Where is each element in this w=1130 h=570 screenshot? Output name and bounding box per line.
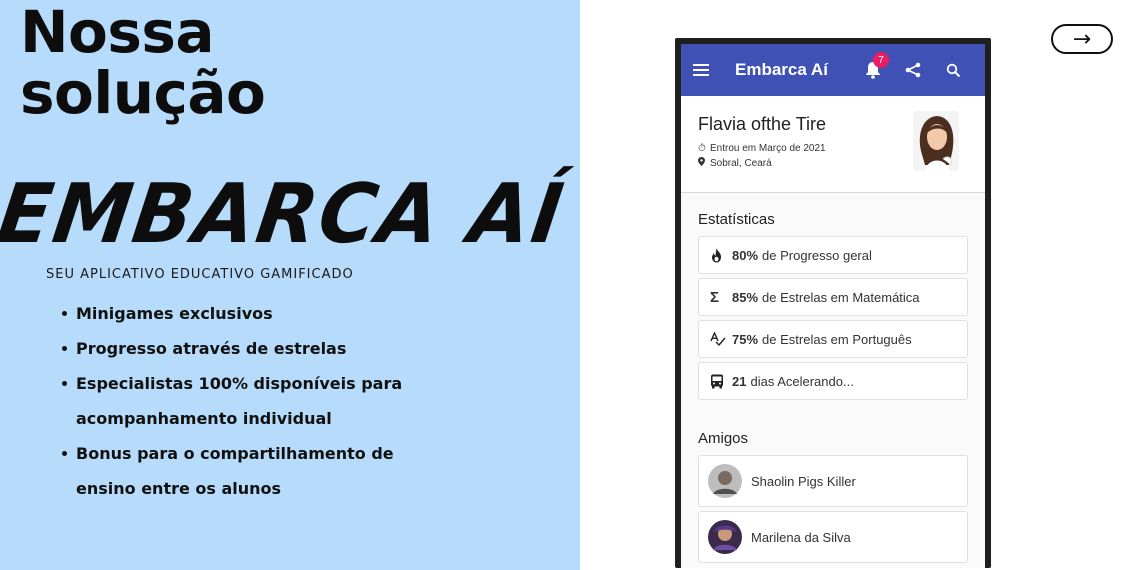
location-pin-icon [698, 157, 710, 169]
timer-icon: ⏱ [698, 143, 706, 154]
fire-icon [710, 247, 732, 263]
stat-streak: 21 dias Acelerando... [698, 362, 968, 400]
arrow-right-icon: → [1072, 26, 1092, 52]
friend-name: Marilena da Silva [751, 529, 851, 545]
app-bar: Embarca Aí 7 [681, 44, 985, 96]
headline-line1: Nossa [20, 0, 215, 66]
headline: Nossa solução [20, 0, 266, 127]
feature-item: Bonus para o compartilhamento de ensino e… [62, 436, 422, 506]
feature-item: Minigames exclusivos [62, 296, 422, 331]
friend-avatar [708, 464, 742, 498]
stat-progress: 80% de Progresso geral [698, 236, 968, 274]
notification-badge: 7 [873, 52, 889, 68]
feature-item: Progresso através de estrelas [62, 331, 422, 366]
friend-name: Shaolin Pigs Killer [751, 473, 856, 489]
menu-icon[interactable] [693, 59, 715, 82]
notifications-button[interactable]: 7 [853, 52, 893, 79]
stats-title: Estatísticas [698, 211, 775, 228]
sigma-icon: Σ [710, 288, 720, 306]
profile-header: Flavia ofthe Tire ⏱ Entrou em Março de 2… [681, 96, 985, 193]
next-button[interactable]: → [1051, 24, 1113, 54]
promo-panel: Nossa solução EMBARCA AÍ SEU APLICATIVO … [0, 0, 580, 570]
share-button[interactable] [893, 62, 933, 78]
app-screen: Embarca Aí 7 Flavia ofthe Tire ⏱ Entrou … [681, 44, 985, 568]
friend-item[interactable]: Marilena da Silva [698, 511, 968, 563]
headline-line2: solução [20, 59, 266, 127]
friends-title: Amigos [698, 430, 749, 447]
brand-logo-text: EMBARCA AÍ [0, 167, 571, 262]
friend-item[interactable]: Shaolin Pigs Killer [698, 455, 968, 507]
friend-avatar [708, 520, 742, 554]
bus-icon [710, 374, 732, 389]
share-icon [905, 62, 921, 78]
stat-math: Σ 85% de Estrelas em Matemática [698, 278, 968, 316]
app-title: Embarca Aí [735, 60, 828, 79]
search-button[interactable] [933, 63, 973, 78]
profile-avatar [913, 111, 959, 171]
feature-item: Especialistas 100% disponíveis para acomp… [62, 366, 422, 436]
phone-frame: Embarca Aí 7 Flavia ofthe Tire ⏱ Entrou … [675, 38, 991, 568]
feature-list: Minigames exclusivos Progresso através d… [62, 296, 422, 506]
tagline: SEU APLICATIVO EDUCATIVO GAMIFICADO [46, 267, 354, 282]
search-icon [946, 63, 960, 77]
spellcheck-icon [710, 332, 732, 346]
stat-portuguese: 75% de Estrelas em Português [698, 320, 968, 358]
